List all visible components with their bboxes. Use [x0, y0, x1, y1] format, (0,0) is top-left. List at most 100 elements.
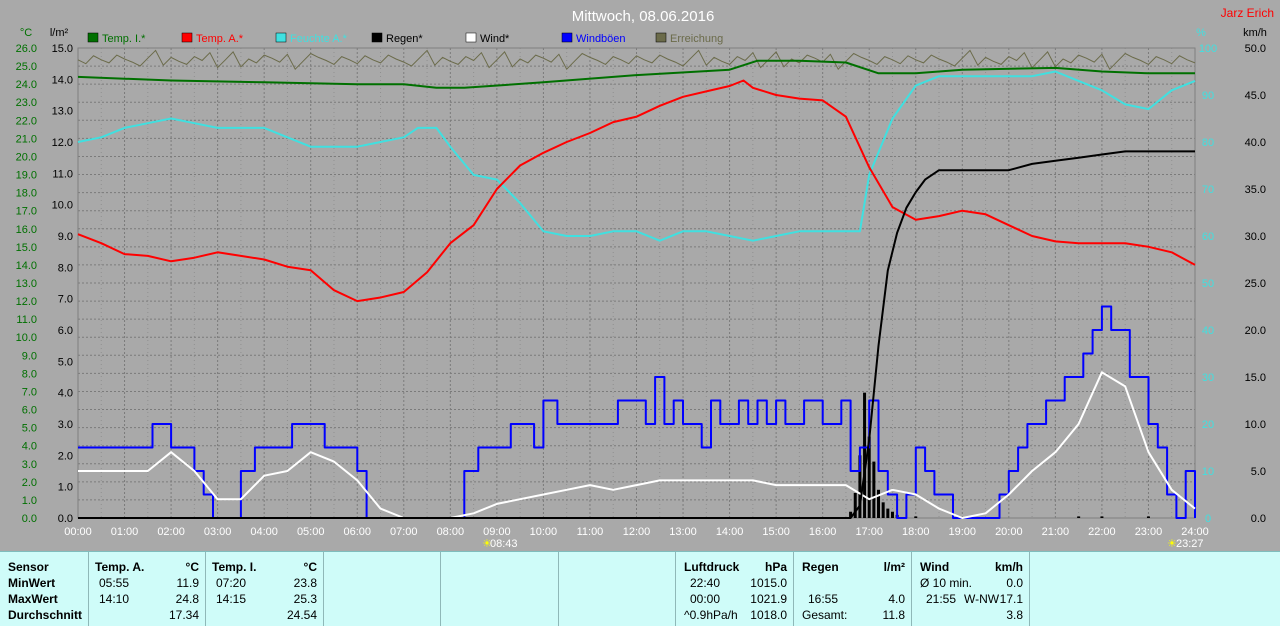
- rain-max-value: 4.0: [888, 592, 905, 606]
- legend-label: Feuchte A.*: [290, 33, 348, 45]
- x-tick-label: 13:00: [669, 526, 697, 538]
- rain-unit-label: l/m²: [50, 27, 69, 39]
- temp-a-unit: °C: [185, 560, 199, 574]
- temp-tick-label: 8.0: [22, 368, 37, 380]
- temp-tick-label: 9.0: [22, 350, 37, 362]
- legend-swatch: [275, 32, 287, 43]
- legend-label: Temp. A.*: [196, 33, 244, 45]
- row-label-max: MaxWert: [8, 592, 58, 606]
- pct-tick-label: 70: [1202, 184, 1214, 196]
- pct-tick-label: 80: [1202, 137, 1214, 149]
- rain-tick-label: 10.0: [52, 200, 73, 212]
- rain-bar: [1100, 516, 1104, 518]
- x-tick-label: 07:00: [390, 526, 418, 538]
- wind-unit-label: km/h: [1243, 27, 1267, 39]
- sunrise-marker: ☀ 08:43: [482, 538, 518, 550]
- pressure-avg-value: 1018.0: [750, 608, 787, 622]
- pct-tick-label: 20: [1202, 419, 1214, 431]
- x-tick-label: 09:00: [483, 526, 511, 538]
- temp-a-max-value: 24.8: [175, 592, 199, 606]
- legend-label: Wind*: [480, 33, 510, 45]
- stats-col-empty-1: [324, 552, 441, 626]
- temp-tick-label: 26.0: [16, 43, 37, 55]
- rain-bar: [890, 511, 894, 518]
- rain-tick-label: 2.0: [58, 450, 73, 462]
- rain-total-label: Gesamt:: [802, 608, 848, 622]
- temp-tick-label: 14.0: [16, 260, 37, 272]
- rain-tick-label: 7.0: [58, 294, 73, 306]
- rain-tick-label: 14.0: [52, 74, 73, 86]
- pressure-min-value: 1015.0: [750, 576, 787, 590]
- stats-col-wind: Wind km/h Ø 10 min. 0.0 21:55 W-NW 17.1 3.8: [912, 552, 1030, 626]
- rain-tick-label: 9.0: [58, 231, 73, 243]
- x-tick-label: 16:00: [809, 526, 837, 538]
- rain-tick-label: 13.0: [52, 106, 73, 118]
- x-tick-label: 01:00: [111, 526, 139, 538]
- stats-col-empty-3: [559, 552, 676, 626]
- rain-tick-label: 8.0: [58, 262, 73, 274]
- x-tick-label: 20:00: [995, 526, 1023, 538]
- temp-a-header: Temp. A.: [95, 560, 145, 574]
- x-tick-label: 05:00: [297, 526, 325, 538]
- temp-i-unit: °C: [303, 560, 317, 574]
- temp-a-avg-value: 17.34: [168, 608, 199, 622]
- x-tick-label: 08:00: [437, 526, 465, 538]
- rain-max-time: 16:55: [808, 592, 839, 606]
- wind-tick-label: 10.0: [1245, 419, 1266, 431]
- rain-tick-label: 6.0: [58, 325, 73, 337]
- x-tick-label: 04:00: [250, 526, 278, 538]
- temp-tick-label: 25.0: [16, 61, 37, 73]
- wind-avg-value: 3.8: [1006, 608, 1023, 622]
- wind-avg10-label: Ø 10 min.: [920, 576, 973, 590]
- rain-bar: [863, 392, 867, 518]
- temp-tick-label: 11.0: [16, 314, 37, 326]
- temp-tick-label: 1.0: [22, 495, 37, 507]
- legend-swatch: [87, 32, 99, 43]
- temp-tick-label: 3.0: [22, 459, 37, 471]
- rain-bar: [872, 461, 876, 518]
- temp-tick-label: 4.0: [22, 441, 37, 453]
- temp-tick-label: 16.0: [16, 224, 37, 236]
- stats-col-sensor: Sensor MinWert MaxWert Durchschnitt: [0, 552, 89, 626]
- temp-tick-label: 17.0: [16, 206, 37, 218]
- stats-col-empty-2: [441, 552, 559, 626]
- wind-tick-label: 5.0: [1251, 466, 1266, 478]
- rain-tick-label: 12.0: [52, 137, 73, 149]
- temp-tick-label: 19.0: [16, 170, 37, 182]
- temp-unit-label: °C: [20, 27, 32, 39]
- pct-tick-label: 90: [1202, 90, 1214, 102]
- pct-unit-label: %: [1196, 27, 1206, 39]
- pct-tick-label: 60: [1202, 231, 1214, 243]
- temp-tick-label: 0.0: [22, 513, 37, 525]
- pressure-trend: ^0.9hPa/h: [684, 608, 738, 622]
- pct-tick-label: 30: [1202, 372, 1214, 384]
- legend-swatch: [371, 32, 383, 43]
- pressure-unit: hPa: [764, 560, 787, 574]
- rain-tick-label: 4.0: [58, 388, 73, 400]
- x-tick-label: 11:00: [577, 526, 604, 538]
- stats-col-temp-a: Temp. A. °C 05:55 11.9 14:10 24.8 17.34: [89, 552, 206, 626]
- legend-label: Temp. I.*: [102, 33, 146, 45]
- legend-swatch: [181, 32, 193, 43]
- x-tick-label: 12:00: [623, 526, 651, 538]
- x-tick-label: 18:00: [902, 526, 930, 538]
- temp-tick-label: 15.0: [16, 242, 37, 254]
- wind-unit: km/h: [994, 560, 1023, 574]
- temp-tick-label: 5.0: [22, 423, 37, 435]
- temp-i-min-time: 07:20: [216, 576, 247, 590]
- stats-panel: Sensor MinWert MaxWert Durchschnitt Temp…: [0, 551, 1280, 626]
- wind-max-value: 17.1: [999, 592, 1023, 606]
- author-label: Jarz Erich: [1221, 6, 1274, 20]
- x-tick-label: 19:00: [949, 526, 977, 538]
- legend-label: Windböen: [576, 33, 626, 45]
- sensor-header: Sensor: [8, 560, 49, 574]
- rain-tick-label: 3.0: [58, 419, 73, 431]
- temp-i-max-value: 25.3: [293, 592, 317, 606]
- wind-max-dir: W-NW: [964, 592, 1000, 606]
- legend-swatch: [561, 32, 573, 43]
- temp-a-min-value: 11.9: [176, 576, 199, 590]
- rain-tick-label: 5.0: [58, 356, 73, 368]
- wind-header: Wind: [920, 560, 950, 574]
- pressure-max-value: 1021.9: [750, 592, 787, 606]
- pct-tick-label: 10: [1202, 466, 1214, 478]
